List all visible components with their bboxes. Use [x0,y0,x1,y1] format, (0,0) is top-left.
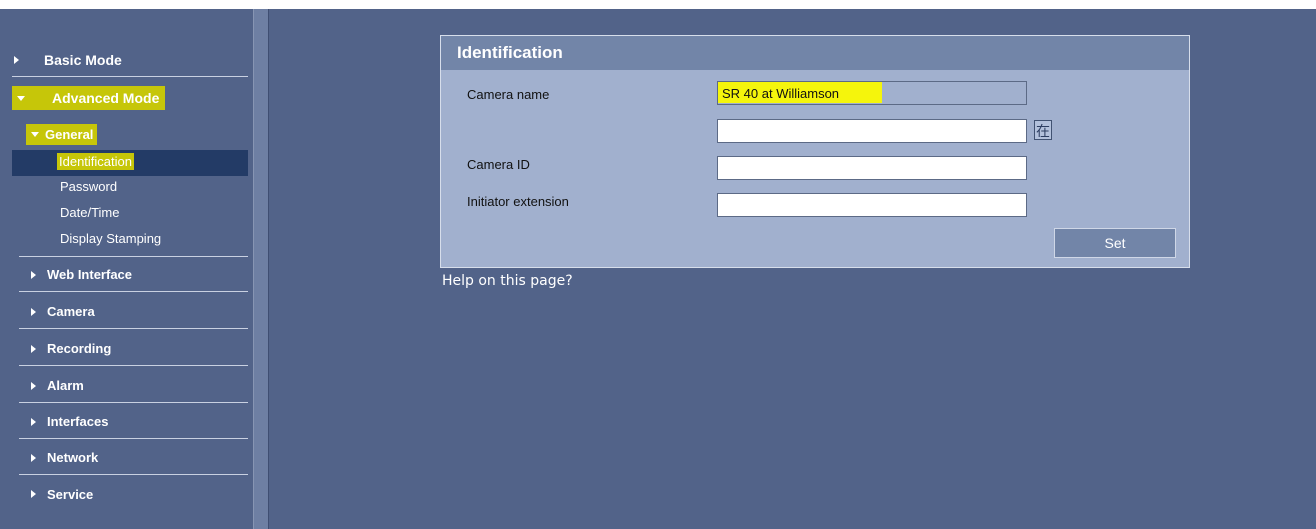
collapse-arrow-icon [17,95,25,101]
nav-service[interactable]: Service [19,477,248,511]
nav-alarm[interactable]: Alarm [19,369,248,403]
nav-alarm-label: Alarm [47,378,84,393]
expand-arrow-icon [31,270,36,279]
nav-advanced-mode[interactable]: Advanced Mode [12,81,248,115]
set-button[interactable]: Set [1054,228,1176,258]
camera-name-input[interactable] [717,81,1027,105]
nav-network-label: Network [47,450,99,465]
expand-arrow-icon [14,55,19,64]
collapse-arrow-icon [31,131,39,137]
divider [19,256,248,257]
character-set-icon[interactable]: 在 [1034,120,1052,140]
sidebar: Basic Mode Advanced Mode General Identif… [0,9,253,529]
camera-name-second-input[interactable] [717,119,1027,143]
nav-password[interactable]: Password [60,177,117,197]
expand-arrow-icon [31,381,36,390]
nav-web-interface[interactable]: Web Interface [19,258,248,292]
nav-general[interactable]: General [26,117,248,151]
expand-arrow-icon [31,453,36,462]
expand-arrow-icon [31,417,36,426]
nav-interfaces[interactable]: Interfaces [19,405,248,439]
panel-title: Identification [441,36,1189,70]
nav-recording[interactable]: Recording [19,332,248,366]
camera-name-label: Camera name [467,87,550,102]
nav-identification-label: Identification [57,153,134,170]
general-highlight: General [26,123,98,145]
expand-arrow-icon [31,490,36,498]
nav-identification-selected[interactable]: Identification [12,150,248,176]
expand-arrow-icon [31,307,36,316]
advanced-mode-highlight: Advanced Mode [12,86,166,110]
nav-recording-label: Recording [47,341,112,356]
nav-date-time[interactable]: Date/Time [60,203,119,223]
expand-arrow-icon [31,344,36,353]
nav-web-interface-label: Web Interface [47,267,133,282]
nav-advanced-mode-label: Advanced Mode [52,90,160,106]
camera-id-input[interactable] [717,156,1027,180]
help-link[interactable]: Help on this page? [442,273,573,289]
nav-general-label: General [45,126,94,142]
camera-id-label: Camera ID [467,157,530,172]
initiator-extension-label: Initiator extension [467,194,569,209]
nav-basic-mode[interactable]: Basic Mode [12,43,248,77]
initiator-extension-input[interactable] [717,193,1027,217]
identification-panel: Identification Camera name 在 Camera ID I… [440,35,1190,268]
nav-display-stamping[interactable]: Display Stamping [60,229,161,249]
nav-basic-mode-label: Basic Mode [44,51,122,68]
nav-network[interactable]: Network [19,441,248,475]
nav-service-label: Service [47,486,94,502]
nav-interfaces-label: Interfaces [47,414,109,429]
nav-camera-label: Camera [47,304,95,319]
frame-divider[interactable] [253,9,269,529]
nav-camera[interactable]: Camera [19,295,248,329]
